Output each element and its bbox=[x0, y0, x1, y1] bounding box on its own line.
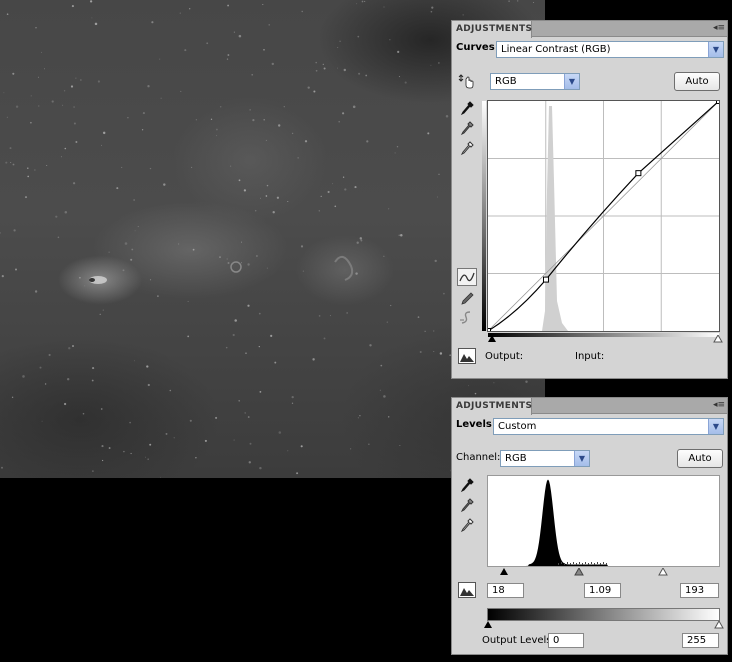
auto-button[interactable]: Auto bbox=[674, 72, 720, 91]
panel-menu-icon[interactable]: ◂≡ bbox=[711, 400, 725, 410]
levels-adjustments-panel: ADJUSTMENTS ◂≡ Levels Custom ▼ Channel: … bbox=[451, 397, 728, 655]
channel-value: RGB bbox=[495, 76, 517, 87]
output-gradient-bar bbox=[482, 101, 486, 331]
curve-control-point[interactable] bbox=[635, 170, 642, 177]
preset-value: Linear Contrast (RGB) bbox=[501, 44, 611, 55]
chevron-down-icon[interactable]: ▼ bbox=[564, 74, 579, 89]
chevron-down-icon[interactable]: ▼ bbox=[574, 451, 589, 466]
input-black-slider[interactable] bbox=[499, 568, 509, 576]
output-black-field[interactable]: 0 bbox=[548, 633, 584, 648]
histogram-canvas bbox=[488, 479, 719, 566]
curve-graph-canvas[interactable] bbox=[485, 98, 722, 334]
on-image-adjust-icon[interactable] bbox=[458, 73, 474, 89]
panel-tab-adjustments[interactable]: ADJUSTMENTS bbox=[452, 21, 532, 38]
curve-graph[interactable] bbox=[485, 98, 722, 334]
levels-histogram bbox=[487, 475, 720, 567]
curve-control-point[interactable] bbox=[542, 276, 549, 283]
gray-point-eyedropper-icon[interactable] bbox=[460, 498, 474, 514]
chevron-down-icon[interactable]: ▼ bbox=[708, 419, 723, 434]
input-gradient-bar bbox=[488, 333, 719, 337]
white-input-slider[interactable] bbox=[713, 335, 723, 343]
auto-button[interactable]: Auto bbox=[677, 449, 723, 468]
input-black-field[interactable]: 18 bbox=[487, 583, 524, 598]
black-point-eyedropper-icon[interactable] bbox=[460, 478, 474, 494]
input-white-slider[interactable] bbox=[658, 568, 668, 576]
panel-header: ADJUSTMENTS ◂≡ bbox=[452, 21, 727, 38]
pencil-icon[interactable] bbox=[460, 291, 474, 307]
input-gamma-slider[interactable] bbox=[574, 568, 584, 576]
clipping-icon[interactable] bbox=[458, 582, 476, 598]
output-gradient-bar bbox=[487, 608, 720, 621]
white-point-eyedropper-icon[interactable] bbox=[460, 518, 474, 534]
smooth-icon[interactable] bbox=[458, 310, 476, 326]
output-white-slider[interactable] bbox=[714, 621, 724, 629]
panel-tab-adjustments[interactable]: ADJUSTMENTS bbox=[452, 398, 532, 415]
curves-preset-select[interactable]: Linear Contrast (RGB) ▼ bbox=[496, 41, 724, 58]
panel-header: ADJUSTMENTS ◂≡ bbox=[452, 398, 727, 415]
chevron-down-icon[interactable]: ▼ bbox=[708, 42, 723, 57]
input-gamma-field[interactable]: 1.09 bbox=[584, 583, 621, 598]
output-black-slider[interactable] bbox=[483, 621, 493, 629]
white-point-eyedropper-icon[interactable] bbox=[460, 141, 474, 157]
curves-adjustments-panel: ADJUSTMENTS ◂≡ Curves Linear Contrast (R… bbox=[451, 20, 728, 379]
output-levels-label: Output Levels: bbox=[482, 635, 555, 646]
input-white-field[interactable]: 193 bbox=[680, 583, 719, 598]
channel-select[interactable]: RGB ▼ bbox=[500, 450, 590, 467]
gray-point-eyedropper-icon[interactable] bbox=[460, 121, 474, 137]
black-input-slider[interactable] bbox=[487, 335, 497, 343]
levels-preset-select[interactable]: Custom ▼ bbox=[493, 418, 724, 435]
channel-label: Channel: bbox=[456, 452, 501, 463]
preset-type-label: Levels bbox=[456, 419, 492, 430]
curve-control-point[interactable] bbox=[716, 98, 722, 104]
preset-type-label: Curves bbox=[456, 42, 495, 53]
preset-value: Custom bbox=[498, 421, 537, 432]
channel-value: RGB bbox=[505, 453, 527, 464]
panel-menu-icon[interactable]: ◂≡ bbox=[711, 23, 725, 33]
input-label: Input: bbox=[575, 351, 605, 362]
clipping-icon[interactable] bbox=[458, 348, 476, 364]
channel-select[interactable]: RGB ▼ bbox=[490, 73, 580, 90]
output-white-field[interactable]: 255 bbox=[682, 633, 719, 648]
curve-mode-icon[interactable] bbox=[457, 268, 477, 286]
curve-control-point[interactable] bbox=[485, 328, 491, 334]
output-label: Output: bbox=[485, 351, 524, 362]
black-point-eyedropper-icon[interactable] bbox=[460, 101, 474, 117]
